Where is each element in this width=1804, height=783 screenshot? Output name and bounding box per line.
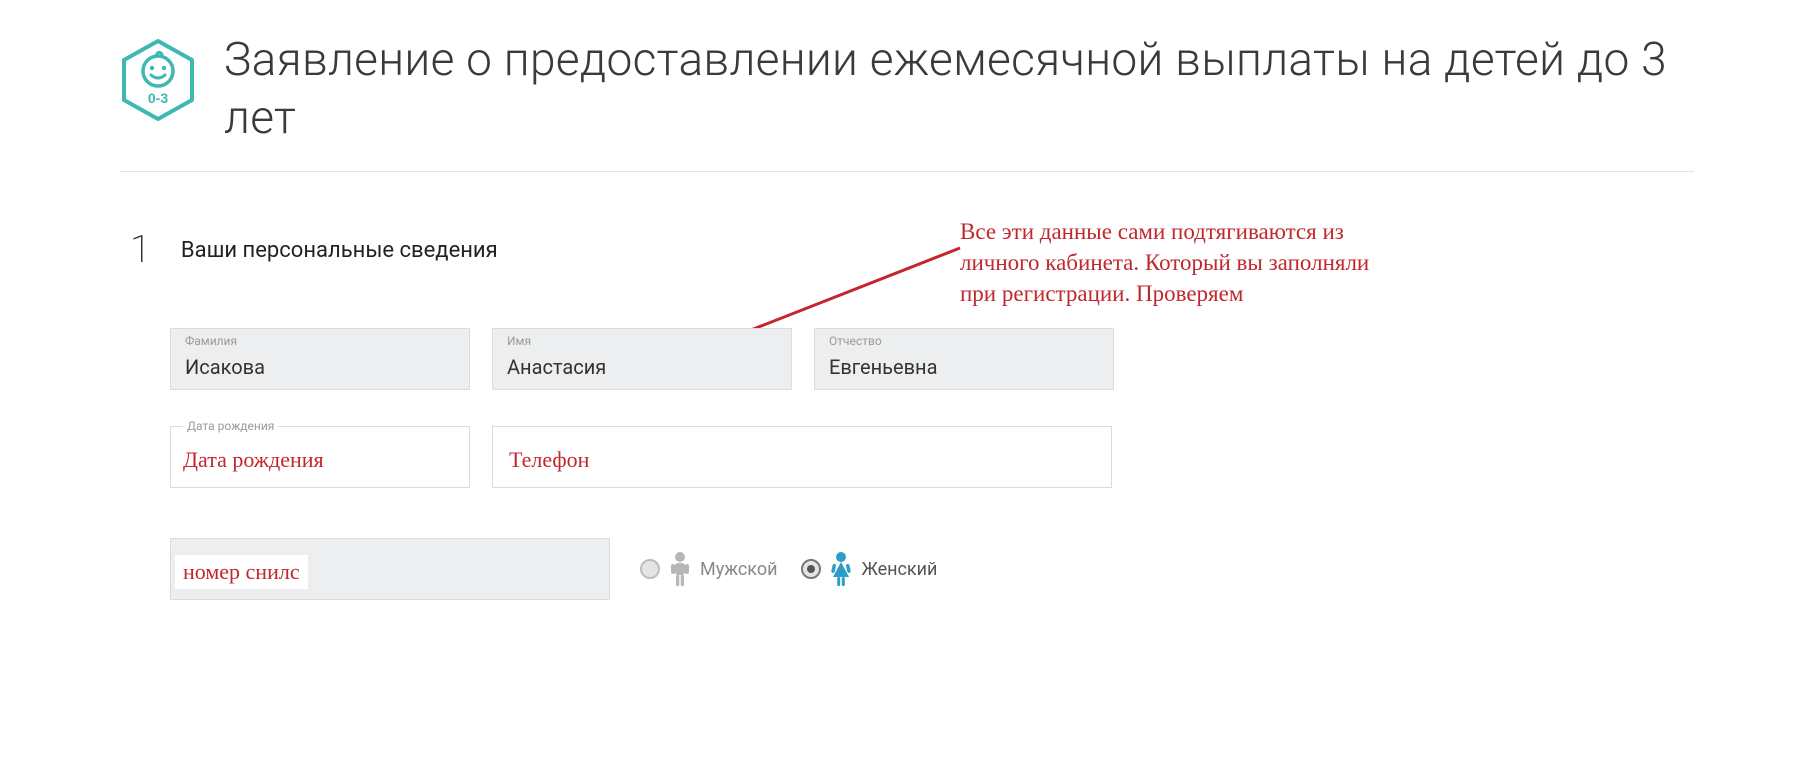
gender-group: Мужской Женский	[640, 551, 937, 587]
dob-label: Дата рождения	[183, 419, 278, 433]
gender-male-label: Мужской	[700, 559, 777, 580]
page-title: Заявление о предоставлении ежемесячной в…	[224, 32, 1694, 147]
person-female-icon	[829, 551, 853, 587]
contact-fields-row: Дата рождения Дата рождения Телефон	[0, 426, 1804, 488]
step-header: 1 Ваши персональные сведения	[0, 172, 1804, 272]
firstname-label: Имя	[507, 334, 531, 348]
lastname-value: Исакова	[185, 355, 455, 379]
gender-female-option[interactable]: Женский	[801, 551, 937, 587]
phone-field[interactable]: Телефон	[492, 426, 1112, 488]
person-male-icon	[668, 551, 692, 587]
firstname-value: Анастасия	[507, 355, 777, 379]
radio-checked-icon	[801, 559, 821, 579]
dob-overlay: Дата рождения	[177, 445, 330, 475]
page-header: 0-3 Заявление о предоставлении ежемесячн…	[0, 0, 1804, 171]
name-fields-row: Фамилия Исакова Имя Анастасия Отчество Е…	[0, 328, 1804, 390]
gender-female-label: Женский	[861, 559, 937, 580]
lastname-label: Фамилия	[185, 334, 237, 348]
snils-field[interactable]: номер снилс	[170, 538, 610, 600]
lastname-field[interactable]: Фамилия Исакова	[170, 328, 470, 390]
snils-overlay: номер снилс	[175, 555, 308, 589]
patronymic-value: Евгеньевна	[829, 355, 1099, 379]
phone-overlay: Телефон	[503, 445, 595, 475]
gender-male-option[interactable]: Мужской	[640, 551, 777, 587]
firstname-field[interactable]: Имя Анастасия	[492, 328, 792, 390]
radio-unchecked-icon	[640, 559, 660, 579]
step-title: Ваши персональные сведения	[181, 238, 498, 263]
app-badge-icon: 0-3	[120, 38, 196, 126]
dob-field[interactable]: Дата рождения Дата рождения	[170, 426, 470, 488]
snils-gender-row: номер снилс Мужской	[0, 538, 1804, 600]
patronymic-field[interactable]: Отчество Евгеньевна	[814, 328, 1114, 390]
annotation-text: Все эти данные сами подтягиваются из лич…	[960, 216, 1380, 309]
patronymic-label: Отчество	[829, 334, 882, 348]
step-number: 1	[130, 228, 151, 272]
svg-text:0-3: 0-3	[148, 90, 168, 106]
